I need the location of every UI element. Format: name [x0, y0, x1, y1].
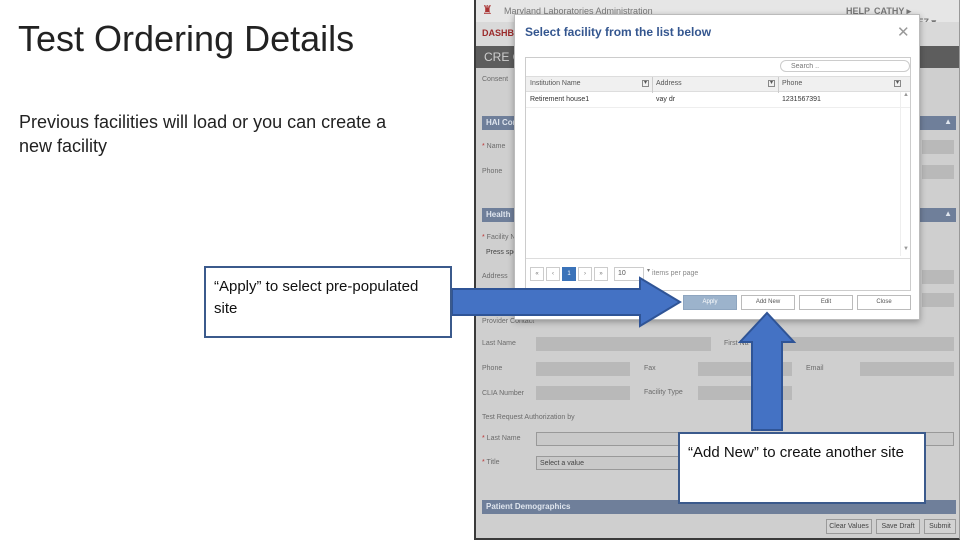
callout-apply: “Apply” to select pre-populated site [204, 266, 452, 338]
callout-add-new: “Add New” to create another site [678, 432, 926, 504]
right-arrow-to-apply [451, 276, 682, 328]
up-arrow-to-add-new [737, 311, 797, 431]
